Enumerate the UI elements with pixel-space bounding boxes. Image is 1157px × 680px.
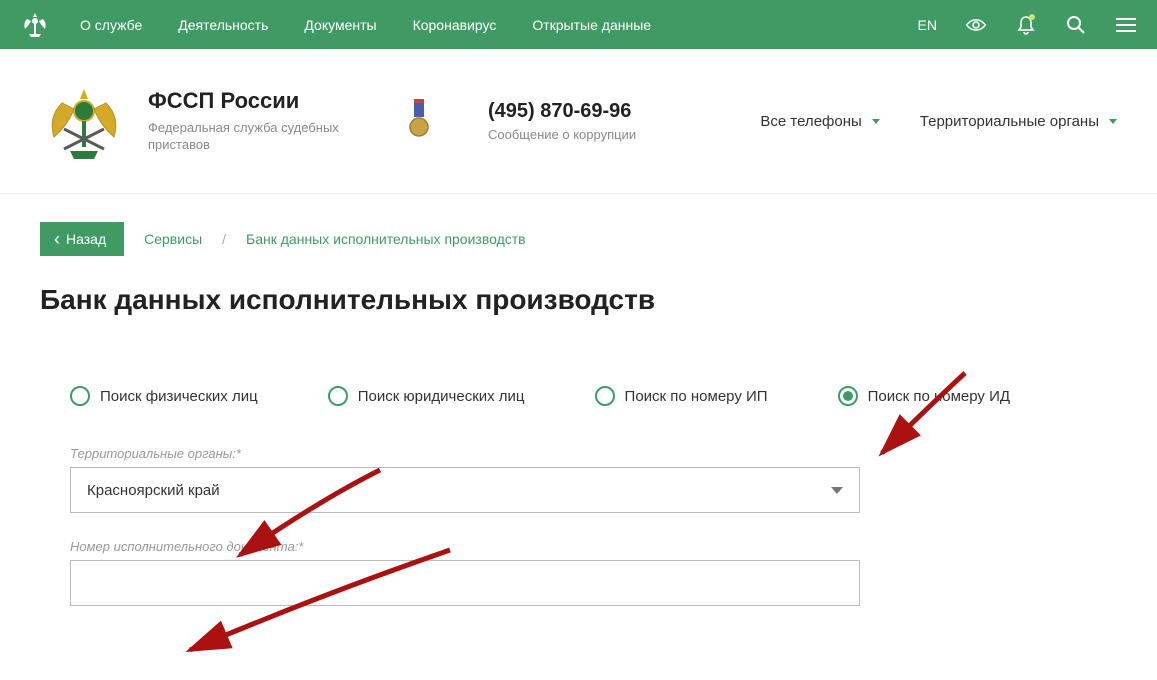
docnum-label: Номер исполнительного документа:* [70, 539, 860, 554]
radio-label: Поиск юридических лиц [358, 388, 525, 405]
nav-covid[interactable]: Коронавирус [413, 17, 497, 33]
back-button[interactable]: Назад [40, 222, 124, 256]
nav-opendata[interactable]: Открытые данные [532, 17, 651, 33]
brand-logo-icon [40, 77, 128, 165]
radio-icon [328, 386, 348, 406]
accessibility-icon[interactable] [965, 14, 987, 36]
region-label: Территориальные органы:* [70, 446, 860, 461]
radio-icon [595, 386, 615, 406]
radio-individuals[interactable]: Поиск физических лиц [70, 386, 258, 406]
brand-links: Все телефоны Территориальные органы [760, 113, 1117, 130]
region-value: Красноярский край [87, 482, 220, 499]
all-phones-link[interactable]: Все телефоны [760, 113, 879, 130]
notification-dot [1029, 14, 1035, 20]
docnum-field: Номер исполнительного документа:* [70, 539, 860, 606]
phone-subtitle: Сообщение о коррупции [488, 127, 636, 142]
chevron-down-icon [831, 487, 843, 494]
all-phones-label: Все телефоны [760, 113, 861, 130]
radio-icon [70, 386, 90, 406]
crumb-sep: / [222, 231, 226, 247]
search-icon[interactable] [1065, 14, 1087, 36]
region-select[interactable]: Красноярский край [70, 467, 860, 513]
medal-icon [408, 99, 438, 143]
brand-title: ФССП России [148, 88, 348, 114]
emblem-icon[interactable] [20, 10, 50, 40]
crumb-current[interactable]: Банк данных исполнительных производств [246, 231, 526, 247]
regional-label: Территориальные органы [920, 113, 1099, 130]
nav-about[interactable]: О службе [80, 17, 142, 33]
breadcrumb-bar: Назад Сервисы / Банк данных исполнительн… [0, 194, 1157, 256]
page-title: Банк данных исполнительных производств [40, 284, 1117, 316]
docnum-input[interactable] [70, 560, 860, 606]
phone-number[interactable]: (495) 870-69-96 [488, 100, 636, 123]
lang-switch[interactable]: EN [918, 17, 937, 33]
search-type-radios: Поиск физических лиц Поиск юридических л… [70, 386, 1087, 406]
topnav-right: EN [918, 14, 1137, 36]
menu-icon[interactable] [1115, 14, 1137, 36]
search-form: Поиск физических лиц Поиск юридических л… [0, 326, 1157, 606]
brand-text: ФССП России Федеральная служба судебных … [148, 88, 348, 154]
radio-id-number[interactable]: Поиск по номеру ИД [838, 386, 1010, 406]
radio-icon [838, 386, 858, 406]
nav-docs[interactable]: Документы [304, 17, 376, 33]
topnav-links: О службе Деятельность Документы Коронави… [80, 17, 651, 33]
radio-legal[interactable]: Поиск юридических лиц [328, 386, 525, 406]
topnav-bar: О службе Деятельность Документы Коронави… [0, 0, 1157, 49]
bell-icon[interactable] [1015, 14, 1037, 36]
radio-label: Поиск физических лиц [100, 388, 258, 405]
radio-label: Поиск по номеру ИП [625, 388, 768, 405]
regional-link[interactable]: Территориальные органы [920, 113, 1117, 130]
radio-ip-number[interactable]: Поиск по номеру ИП [595, 386, 768, 406]
brand-subtitle: Федеральная служба судебных приставов [148, 120, 348, 154]
region-field: Территориальные органы:* Красноярский кр… [70, 446, 860, 513]
caret-down-icon [872, 119, 880, 124]
crumb-services[interactable]: Сервисы [144, 231, 202, 247]
nav-activity[interactable]: Деятельность [178, 17, 268, 33]
brand-phone: (495) 870-69-96 Сообщение о коррупции [488, 100, 636, 142]
page-title-block: Банк данных исполнительных производств [0, 256, 1157, 326]
caret-down-icon [1109, 119, 1117, 124]
radio-label: Поиск по номеру ИД [868, 388, 1010, 405]
brand-header: ФССП России Федеральная служба судебных … [0, 49, 1157, 194]
